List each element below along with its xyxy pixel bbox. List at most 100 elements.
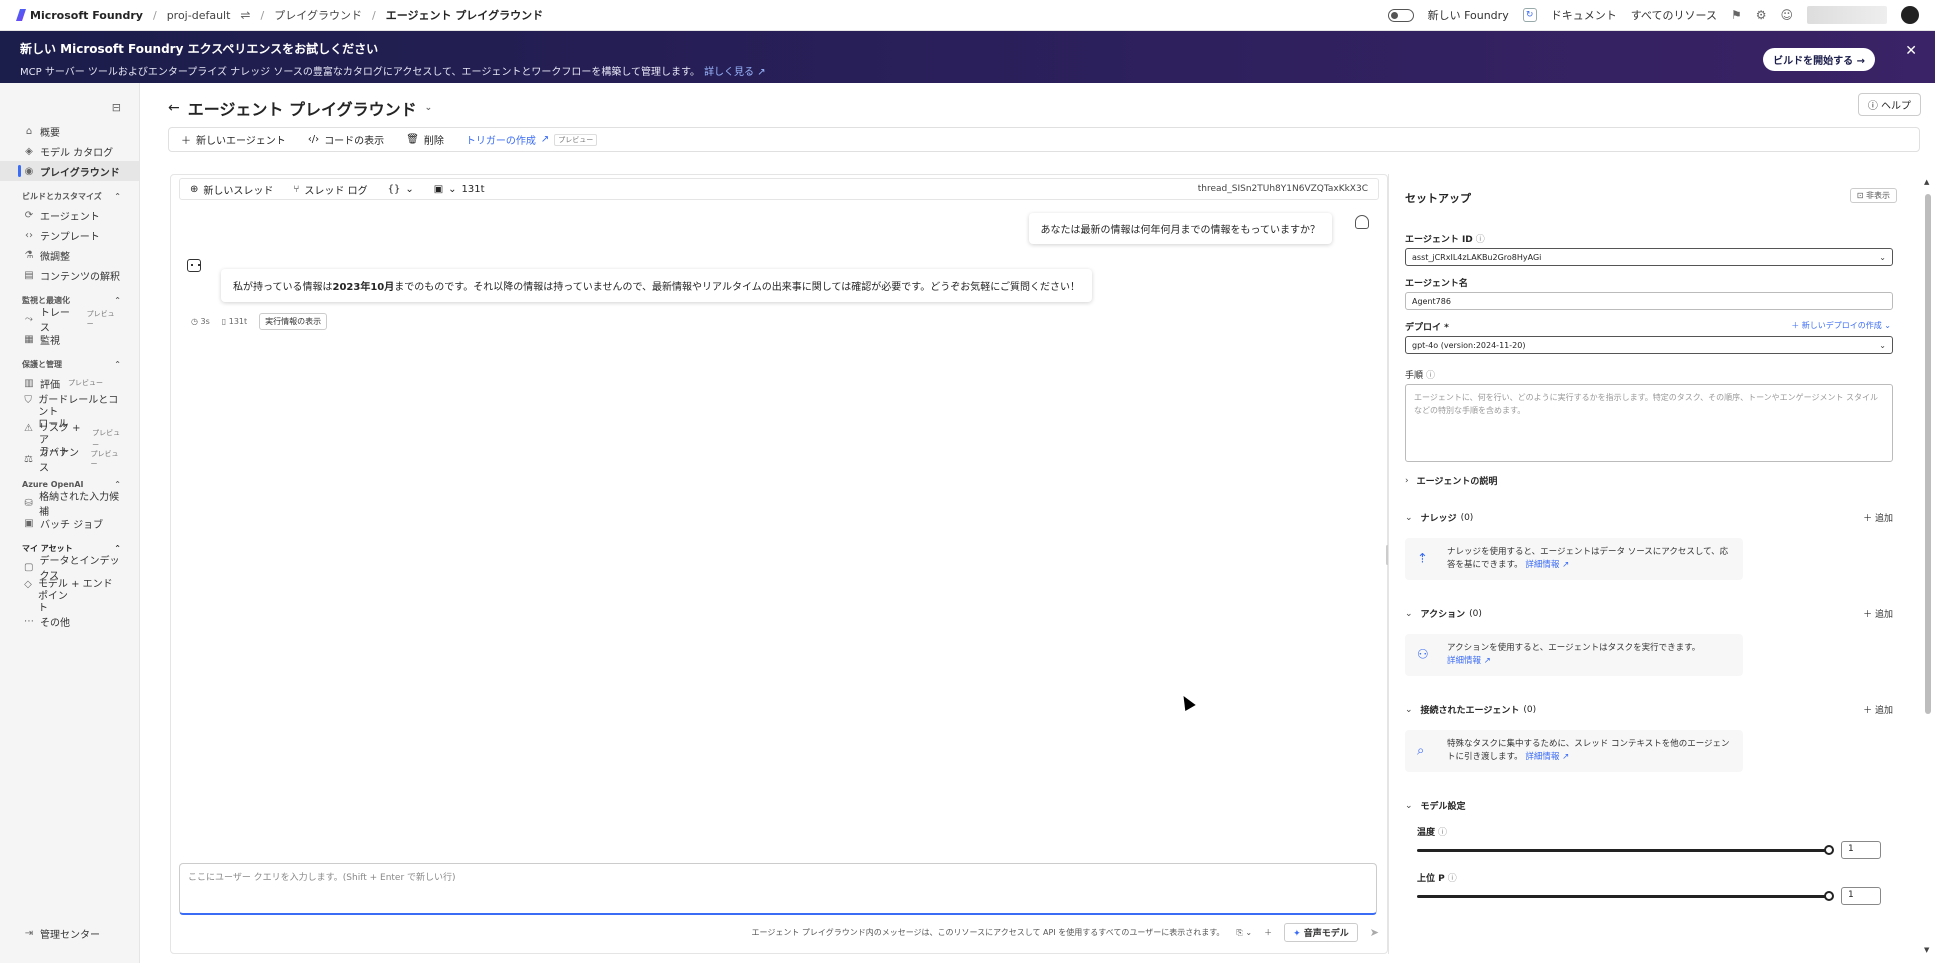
chevron-down-icon[interactable]: ⌄ — [425, 103, 433, 113]
slider-thumb[interactable] — [1824, 845, 1834, 855]
temperature-value-input[interactable]: 1 — [1841, 841, 1881, 859]
hide-setup-button[interactable]: ⊡ 非表示 — [1849, 188, 1897, 203]
agent-name-input[interactable]: Agent786 — [1405, 292, 1893, 310]
actions-accordion[interactable]: ⌄ アクション (0) ＋ 追加 — [1405, 607, 1893, 621]
sidebar-item-evaluation[interactable]: ▥ 評価 プレビュー — [0, 373, 139, 393]
new-foundry-label: 新しい Foundry — [1427, 9, 1509, 22]
learn-more-link[interactable]: 詳細情報 — [1525, 752, 1559, 762]
breadcrumb-playground[interactable]: プレイグラウンド — [274, 7, 362, 23]
breadcrumb-project[interactable]: proj-default — [167, 9, 231, 22]
new-thread-label: 新しいスレッド — [203, 185, 274, 197]
docs-link[interactable]: ドキュメント — [1551, 7, 1617, 23]
add-knowledge-button[interactable]: ＋ 追加 — [1863, 511, 1893, 524]
top-p-value-input[interactable]: 1 — [1841, 887, 1881, 905]
sidebar-item-label: バッチ ジョブ — [40, 519, 104, 531]
knowledge-card: ⇡ ナレッジを使用すると、エージェントはデータ ソースにアクセスして、応答を基にで… — [1405, 538, 1743, 580]
sidebar-item-model-catalog[interactable]: ◈ モデル カタログ — [0, 141, 139, 161]
sidebar-item-content-understanding[interactable]: ▤ コンテンツの解釈 — [0, 265, 139, 285]
temperature-slider[interactable] — [1417, 845, 1834, 855]
agent-id-select[interactable]: asst_jCRxIL4zLAKBu2Gro8HyAGi ⌄ — [1405, 248, 1893, 266]
knowledge-accordion[interactable]: ⌄ ナレッジ (0) ＋ 追加 — [1405, 511, 1893, 525]
brand-link[interactable]: Microsoft Foundry — [16, 9, 143, 22]
sidebar-item-models-endpoints[interactable]: ◇ モデル + エンドポイント — [0, 577, 139, 614]
sidebar-item-governance[interactable]: ⚖ ガバナンス プレビュー — [0, 448, 139, 474]
banner-learn-more-link[interactable]: 詳しく見る — [704, 67, 754, 78]
agent-description-accordion[interactable]: › エージェントの説明 — [1405, 474, 1893, 488]
info-icon[interactable]: ⓘ — [1426, 371, 1435, 381]
sidebar-item-batch-jobs[interactable]: ▣ バッチ ジョブ — [0, 513, 139, 533]
swap-icon[interactable]: ⇌ — [240, 8, 250, 22]
setup-scrollbar[interactable]: ▲ ▼ — [1924, 178, 1931, 954]
sidebar-item-overview[interactable]: ⌂ 概要 — [0, 121, 139, 141]
scrollbar-thumb[interactable] — [1925, 194, 1931, 714]
all-resources-link[interactable]: すべてのリソース — [1631, 7, 1717, 23]
new-deploy-link[interactable]: ＋ 新しいデプロイの作成 ⌄ — [1791, 320, 1891, 331]
accordion-label: モデル設定 — [1420, 802, 1466, 812]
plus-icon[interactable]: ＋ — [1264, 927, 1272, 938]
send-icon[interactable]: ➤ — [1370, 926, 1379, 939]
breadcrumb-separator: / — [152, 8, 157, 22]
collapse-sidebar-icon[interactable]: ⊟ — [112, 101, 121, 114]
delete-button[interactable]: 🗑 削除 — [406, 132, 444, 147]
add-connected-agent-button[interactable]: ＋ 追加 — [1863, 703, 1893, 716]
voice-model-button[interactable]: ✦ 音声モデル — [1284, 923, 1358, 942]
back-arrow-icon[interactable]: ← — [168, 100, 180, 116]
start-building-button[interactable]: ビルドを開始する → — [1763, 48, 1875, 71]
scroll-up-icon[interactable]: ▲ — [1924, 178, 1929, 186]
instructions-textarea[interactable]: エージェントに、何を行い、どのように実行するかを指示します。特定のタスク、その順… — [1405, 384, 1893, 462]
smiley-icon[interactable]: ☺ — [1780, 8, 1793, 22]
scroll-down-icon[interactable]: ▼ — [1924, 946, 1929, 954]
sidebar-item-data-indexes[interactable]: ▢ データとインデックス — [0, 556, 139, 582]
chevron-down-icon: ⌄ — [1879, 340, 1886, 350]
sidebar-item-templates[interactable]: ‹› テンプレート — [0, 225, 139, 245]
sidebar-item-stored-completions[interactable]: ⛁ 格納された入力候補 — [0, 492, 139, 518]
connected-agents-accordion[interactable]: ⌄ 接続されたエージェント (0) ＋ 追加 — [1405, 703, 1893, 717]
create-trigger-link[interactable]: トリガーの作成 ↗ プレビュー — [466, 132, 598, 147]
model-settings-accordion[interactable]: ⌄ モデル設定 — [1405, 799, 1893, 813]
chat-input[interactable]: ここにユーザー クエリを入力します。(Shift + Enter で新しい行) — [179, 863, 1377, 915]
info-icon[interactable]: ⓘ — [1448, 874, 1457, 884]
banner-description: MCP サーバー ツールおよびエンタープライズ ナレッジ ソースの豊富なカタログ… — [20, 63, 1915, 78]
info-icon[interactable]: ⓘ — [1476, 235, 1485, 245]
hide-label: 非表示 — [1866, 191, 1890, 200]
agent-name-value: Agent786 — [1412, 296, 1451, 306]
sidebar-item-monitoring[interactable]: ▦ 監視 — [0, 329, 139, 349]
slider-thumb[interactable] — [1824, 891, 1834, 901]
help-button[interactable]: ⓘ ヘルプ — [1857, 93, 1921, 116]
run-info-button[interactable]: 実行情報の表示 — [259, 313, 328, 330]
gear-icon[interactable]: ⚙ — [1756, 8, 1767, 22]
deploy-select[interactable]: gpt-4o (version:2024-11-20) ⌄ — [1405, 336, 1893, 354]
feedback-icon[interactable]: ⚑ — [1731, 8, 1742, 22]
sidebar-item-guardrails[interactable]: ⛉ ガードレールとコント ロール — [0, 393, 139, 430]
sidebar-item-label: 概要 — [40, 127, 60, 139]
attach-icon[interactable]: ⎘ ⌄ — [1236, 928, 1252, 938]
new-foundry-toggle[interactable] — [1387, 8, 1414, 22]
sidebar-item-playground[interactable]: ◉ プレイグラウンド — [0, 161, 139, 181]
format-dropdown[interactable]: {} ⌄ — [388, 184, 414, 195]
new-agent-button[interactable]: ＋ 新しいエージェント — [181, 132, 286, 147]
add-action-button[interactable]: ＋ 追加 — [1863, 607, 1893, 620]
agent-id-label: エージェント ID ⓘ — [1405, 232, 1485, 245]
thread-log-button[interactable]: ⑂ スレッド ログ — [293, 182, 367, 197]
sidebar-item-fine-tuning[interactable]: ⚗ 微調整 — [0, 245, 139, 265]
learn-more-link[interactable]: 詳細情報 — [1447, 656, 1481, 666]
sidebar-item-admin-center[interactable]: ⇥ 管理センター — [0, 923, 140, 943]
avatar[interactable] — [1901, 6, 1919, 24]
new-thread-button[interactable]: ⊕ 新しいスレッド — [190, 182, 273, 197]
info-icon[interactable]: ⓘ — [1438, 828, 1447, 838]
preview-badge: プレビュー — [92, 429, 121, 449]
view-code-button[interactable]: ‹/› コードの表示 — [308, 132, 384, 147]
close-icon[interactable]: ✕ — [1905, 43, 1917, 59]
top-p-slider[interactable] — [1417, 891, 1834, 901]
sidebar-item-tracing[interactable]: ⤳ トレース プレビュー — [0, 308, 139, 334]
refresh-icon[interactable]: ↻ — [1522, 8, 1537, 22]
sidebar-item-agents[interactable]: ⟳ エージェント — [0, 205, 139, 225]
sidebar-section-protect[interactable]: 保護と管理 ⌃ — [0, 355, 139, 373]
token-dropdown[interactable]: ▣ ⌄ 131t — [434, 184, 485, 195]
sidebar-section-build[interactable]: ビルドとカスタマイズ ⌃ — [0, 187, 139, 205]
learn-more-link[interactable]: 詳細情報 — [1525, 560, 1559, 570]
user-name[interactable] — [1807, 6, 1887, 24]
sidebar-item-more[interactable]: ⋯ その他 — [0, 611, 139, 631]
label-text: 手順 — [1405, 371, 1424, 381]
banner-desc-text: MCP サーバー ツールおよびエンタープライズ ナレッジ ソースの豊富なカタログ… — [20, 67, 701, 78]
